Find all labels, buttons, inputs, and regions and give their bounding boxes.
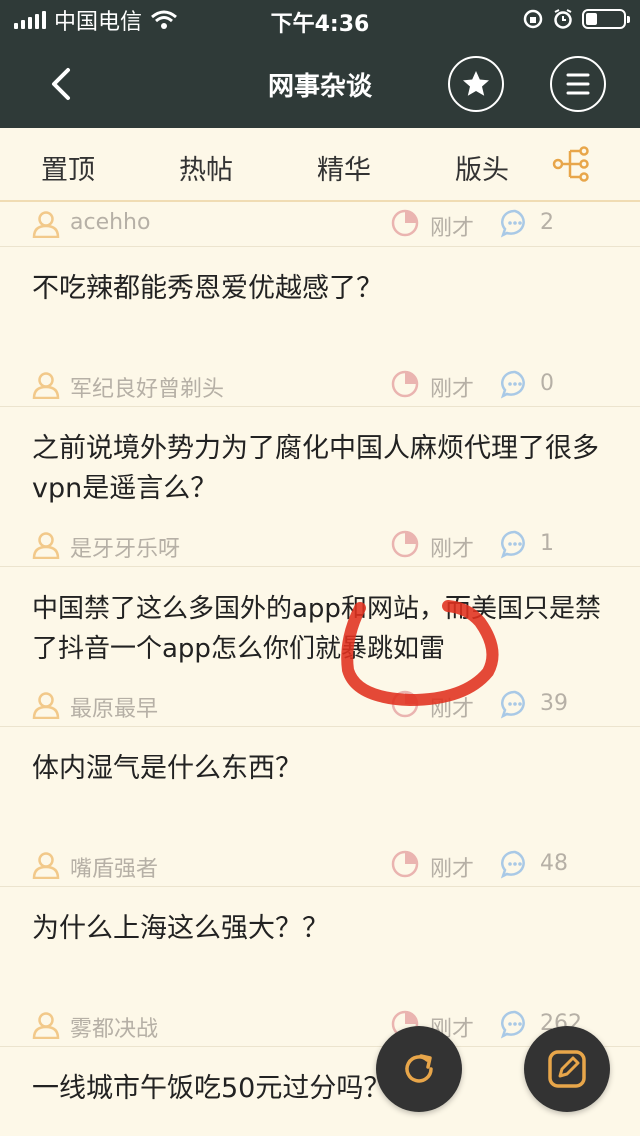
tab-featured[interactable]: 精华	[304, 148, 384, 187]
post-title[interactable]: 不吃辣都能秀恩爱优越感了？	[32, 269, 622, 309]
chevron-left-icon[interactable]	[40, 62, 84, 106]
clock-icon	[391, 209, 419, 237]
menu-button[interactable]	[550, 56, 606, 112]
reply-count: 2	[540, 210, 554, 235]
star-icon	[463, 71, 489, 96]
reply-count: 1	[540, 531, 554, 556]
red-circle-annotation	[341, 600, 499, 707]
status-right	[522, 8, 630, 30]
tab-pinned[interactable]: 置顶	[28, 148, 108, 187]
user-icon	[32, 211, 60, 238]
list-item[interactable]: 体内湿气是什么东西？ 嘴盾强者 刚才 48	[0, 726, 640, 886]
tree-icon[interactable]	[552, 146, 592, 182]
post-meta: acehho 刚才 2	[0, 202, 640, 246]
tab-bar: 置顶 热帖 精华 版头	[0, 128, 640, 202]
refresh-icon	[405, 1054, 433, 1083]
clock-icon	[391, 370, 419, 398]
clock-icon	[391, 530, 419, 558]
battery-level	[586, 13, 597, 25]
user-icon	[32, 372, 60, 399]
reply-bubble-icon	[500, 370, 525, 399]
reply-bubble-icon	[500, 209, 525, 238]
post-time: 刚才	[430, 377, 475, 402]
post-title[interactable]: 体内湿气是什么东西？	[32, 749, 622, 789]
clock-icon	[391, 850, 419, 878]
post-author[interactable]: 嘴盾强者	[70, 851, 158, 883]
page-title: 网事杂谈	[267, 72, 372, 102]
nav-bar: 网事杂谈	[0, 40, 640, 128]
post-author[interactable]: 是牙牙乐呀	[70, 531, 180, 563]
reply-bubble-icon	[500, 850, 525, 879]
user-icon	[32, 852, 60, 879]
post-author[interactable]: 最原最早	[70, 691, 158, 723]
list-item[interactable]: 之前说境外势力为了腐化中国人麻烦代理了很多vpn是遥言么？ 是牙牙乐呀 刚才 1	[0, 406, 640, 566]
post-time: 刚才	[430, 537, 475, 562]
user-icon	[32, 532, 60, 559]
battery-icon	[582, 9, 630, 29]
post-meta: 是牙牙乐呀 刚才 1	[0, 523, 640, 567]
list-item[interactable]: 中国禁了这么多国外的app和网站，而美国只是禁了抖音一个app怎么你们就暴跳如雷…	[0, 566, 640, 726]
user-icon	[32, 692, 60, 719]
favorite-button[interactable]	[448, 56, 504, 112]
post-time: 刚才	[430, 857, 475, 882]
list-item[interactable]: 不吃辣都能秀恩爱优越感了？ 军纪良好曾剃头 刚才 0	[0, 246, 640, 406]
reply-count: 0	[540, 371, 554, 396]
list-item[interactable]: 为什么上海这么强大？？ 雾都决战 刚才 262	[0, 886, 640, 1046]
reply-bubble-icon	[500, 1010, 525, 1039]
post-meta: 嘴盾强者 刚才 48	[0, 843, 640, 887]
post-title[interactable]: 之前说境外势力为了腐化中国人麻烦代理了很多vpn是遥言么？	[32, 429, 622, 509]
reply-count: 39	[540, 691, 568, 716]
tab-hot[interactable]: 热帖	[166, 148, 246, 187]
compose-icon	[548, 1050, 586, 1088]
post-author[interactable]: 雾都决战	[70, 1011, 158, 1043]
status-bar: 中国电信 下午4:36	[0, 0, 640, 40]
refresh-button[interactable]	[376, 1026, 462, 1112]
post-title[interactable]: 中国禁了这么多国外的app和网站，而美国只是禁了抖音一个app怎么你们就暴跳如雷	[32, 589, 622, 669]
orientation-lock-icon	[523, 9, 543, 29]
alarm-icon	[554, 9, 572, 29]
tab-header[interactable]: 版头	[442, 148, 522, 187]
post-title[interactable]: 为什么上海这么强大？？	[32, 909, 622, 949]
reply-count: 48	[540, 851, 568, 876]
post-author[interactable]: 军纪良好曾剃头	[70, 371, 224, 403]
post-meta: 最原最早 刚才 39	[0, 683, 640, 727]
post-meta: 军纪良好曾剃头 刚才 0	[0, 363, 640, 407]
post-time: 刚才	[430, 216, 475, 241]
post-author[interactable]: acehho	[70, 210, 150, 235]
user-icon	[32, 1012, 60, 1039]
reply-bubble-icon	[500, 530, 525, 559]
menu-icon	[566, 73, 590, 95]
compose-button[interactable]	[524, 1026, 610, 1112]
